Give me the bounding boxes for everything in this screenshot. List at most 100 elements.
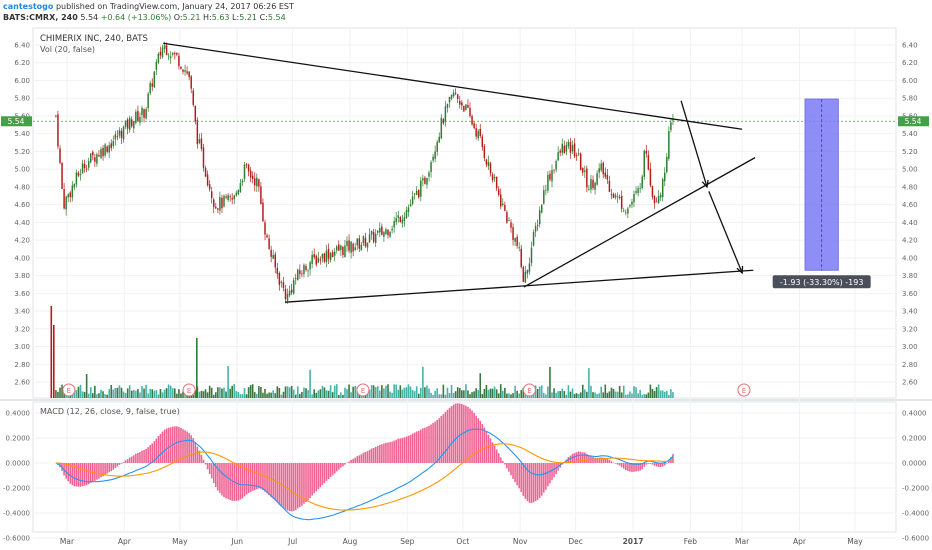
macd-tick-right: 0.2000 <box>902 435 927 443</box>
candle-body <box>249 170 252 178</box>
candle-body <box>446 103 449 108</box>
macd-tick-right: -0.2000 <box>902 485 929 493</box>
volume-bar <box>545 394 547 398</box>
candle-body <box>561 143 564 153</box>
macd-histogram-bar <box>469 408 471 463</box>
candle-body <box>301 273 303 275</box>
macd-histogram-bar <box>116 463 119 467</box>
macd-histogram-bar <box>176 426 178 463</box>
volume-bar <box>483 388 486 398</box>
volume-bar <box>657 384 660 398</box>
macd-histogram-bar <box>497 453 500 463</box>
volume-bar <box>241 394 244 398</box>
macd-histogram-bar <box>311 463 313 496</box>
macd-histogram-bar <box>372 447 375 463</box>
candle-body <box>321 253 324 259</box>
macd-histogram-bar <box>229 463 231 501</box>
price-tick-right: 3.60 <box>902 290 918 298</box>
time-tick: Oct <box>456 537 469 546</box>
price-tick-left: 4.20 <box>14 237 30 245</box>
volume-bar <box>598 393 600 398</box>
time-tick: Aug <box>343 537 358 546</box>
candle-body <box>452 92 455 97</box>
candle-body <box>502 203 504 206</box>
macd-histogram-bar <box>338 463 340 470</box>
volume-bar <box>666 390 668 398</box>
macd-histogram-bar <box>104 463 106 475</box>
price-tick-right: 4.60 <box>902 201 918 209</box>
candle-body <box>315 255 318 265</box>
candle-body <box>592 179 594 188</box>
volume-bar <box>376 386 379 398</box>
macd-histogram-bar <box>149 445 152 463</box>
volume-bar <box>260 386 262 398</box>
volume-bar <box>639 389 641 398</box>
volume-bar <box>301 391 303 398</box>
macd-histogram-bar <box>627 463 629 471</box>
candle-body <box>206 174 209 186</box>
volume-bar <box>426 385 428 398</box>
volume-bar <box>278 387 281 398</box>
macd-histogram-bar <box>432 423 434 463</box>
macd-histogram-bar <box>178 426 180 463</box>
macd-histogram-bar <box>358 455 361 463</box>
candle-body <box>393 220 395 228</box>
candle-body <box>661 179 664 198</box>
candle-body <box>356 238 359 246</box>
volume-bar <box>465 384 467 398</box>
volume-bar <box>571 388 574 398</box>
volume-bar <box>622 385 625 398</box>
volume-bar <box>413 391 416 398</box>
macd-histogram-bar <box>495 449 498 463</box>
candle-body <box>391 228 393 231</box>
candle-body <box>350 241 352 253</box>
candle-body <box>538 210 541 225</box>
candle-body <box>639 188 641 189</box>
volume-bar <box>98 393 100 398</box>
candle-body <box>143 109 145 118</box>
volume-bar <box>130 390 133 398</box>
volume-bar <box>405 387 408 398</box>
volume-bar <box>124 392 127 398</box>
volume-bar <box>440 394 443 398</box>
macd-histogram-bar <box>169 427 172 463</box>
candle-body <box>299 270 301 275</box>
candle-body <box>126 119 129 129</box>
candle-body <box>463 105 465 112</box>
volume-bar <box>651 388 654 398</box>
volume-bar <box>266 393 268 398</box>
macd-histogram-bar <box>409 434 412 463</box>
macd-histogram-bar <box>629 463 631 472</box>
candle-body <box>571 145 574 152</box>
volume-bar <box>663 391 666 398</box>
candle-body <box>477 131 479 139</box>
volume-bar <box>262 392 264 398</box>
candle-body <box>198 139 201 143</box>
candle-body <box>61 162 63 189</box>
chart-canvas[interactable]: 6.406.406.206.206.006.005.805.805.605.60… <box>0 0 932 550</box>
macd-histogram-bar <box>241 463 244 499</box>
macd-histogram-bar <box>163 429 166 463</box>
candle-body <box>225 196 227 198</box>
macd-histogram-bar <box>352 458 354 463</box>
candle-body <box>190 76 192 89</box>
candle-body <box>110 143 113 149</box>
volume-bar <box>520 390 523 398</box>
macd-histogram-bar <box>344 463 346 465</box>
volume-bar <box>629 391 631 398</box>
candle-body <box>63 189 65 209</box>
price-tick-left: 4.40 <box>14 219 30 227</box>
volume-bar <box>135 390 137 398</box>
candle-body <box>411 196 414 205</box>
volume-bar <box>391 392 393 398</box>
macd-histogram-bar <box>592 456 594 463</box>
volume-bar <box>309 369 311 398</box>
macd-histogram-bar <box>83 463 86 486</box>
candle-body <box>553 169 555 171</box>
volume-bar <box>92 393 94 398</box>
macd-histogram-bar <box>584 452 586 463</box>
macd-histogram-bar <box>264 463 266 492</box>
candle-body <box>153 71 156 88</box>
macd-histogram-bar <box>672 454 674 463</box>
macd-tick-left: -0.2000 <box>3 485 30 493</box>
